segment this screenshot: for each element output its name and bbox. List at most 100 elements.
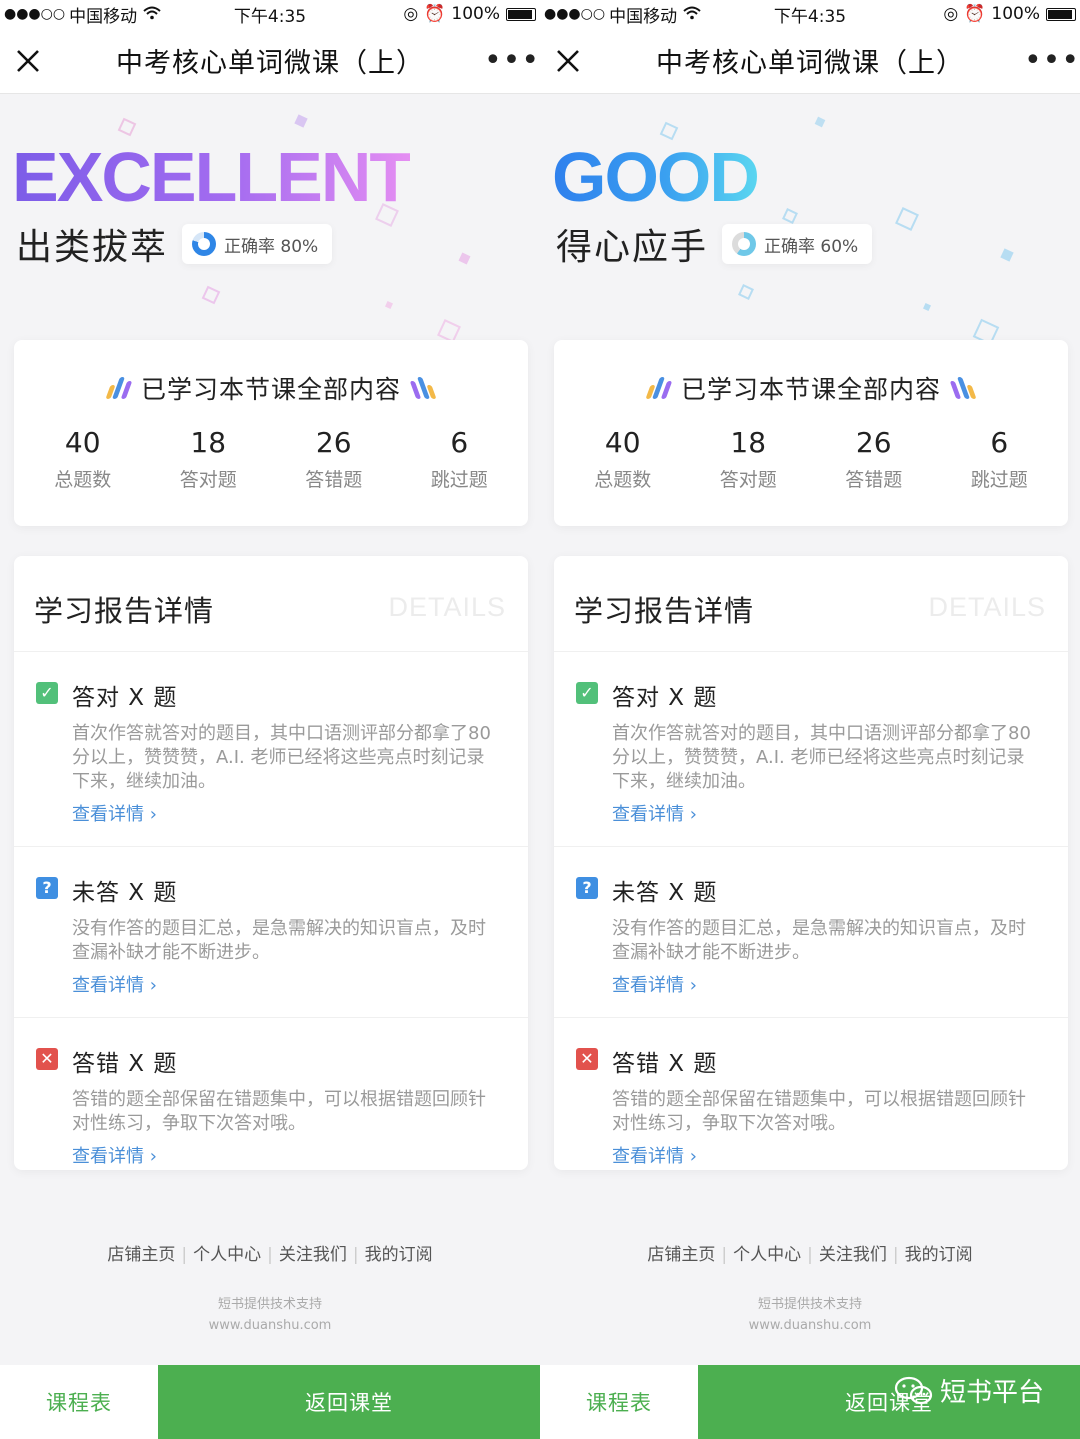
confetti-decoration bbox=[782, 208, 798, 224]
view-details-link[interactable]: 查看详情 › bbox=[72, 971, 508, 997]
details-card: 学习报告详情 DETAILS ✓ 答对 X 题 首次作答就答对的题目，其中口语测… bbox=[14, 556, 528, 1170]
stat-label: 答对题 bbox=[179, 469, 237, 491]
detail-item-title: 答对 X 题 bbox=[612, 685, 718, 711]
details-card: 学习报告详情 DETAILS ✓ 答对 X 题 首次作答就答对的题目，其中口语测… bbox=[554, 556, 1068, 1170]
alarm-icon: ⏰ bbox=[424, 4, 446, 24]
view-details-link[interactable]: 查看详情 › bbox=[612, 971, 1048, 997]
details-title: 学习报告详情 bbox=[34, 594, 215, 628]
confetti-decoration bbox=[738, 284, 754, 300]
stat-wrong: 26 答错题 bbox=[279, 426, 389, 492]
close-icon bbox=[17, 49, 39, 72]
accuracy-label: 正确率 60% bbox=[764, 236, 859, 257]
detail-item-unanswered: ? 未答 X 题 没有作答的题目汇总，是急需解决的知识盲点，及时查漏补缺才能不断… bbox=[554, 847, 1068, 1018]
footer-link-subscriptions[interactable]: 我的订阅 bbox=[905, 1245, 973, 1265]
screens: ●●●○○ 中国移动 下午4:35 ◎ ⏰ 100% 中考核心单词微课（上） •… bbox=[0, 0, 1080, 1439]
stat-value: 6 bbox=[990, 426, 1009, 459]
status-bar: ●●●○○ 中国移动 下午4:35 ◎ ⏰ 100% bbox=[0, 0, 540, 28]
schedule-button[interactable]: 课程表 bbox=[0, 1365, 158, 1439]
celebrate-left-icon bbox=[105, 377, 133, 399]
detail-item-wrong: ✕ 答错 X 题 答错的题全部保留在错题集中，可以根据错题回顾针对性练习，争取下… bbox=[14, 1018, 528, 1188]
support-text: 短书提供技术支持 bbox=[757, 1297, 862, 1312]
celebrate-right-icon bbox=[409, 377, 437, 399]
detail-item-title: 未答 X 题 bbox=[612, 880, 718, 906]
confetti-decoration bbox=[385, 301, 393, 309]
battery-icon bbox=[506, 7, 536, 21]
check-icon: ✓ bbox=[36, 682, 58, 704]
view-details-link[interactable]: 查看详情 › bbox=[612, 800, 1048, 826]
cross-icon: ✕ bbox=[36, 1048, 58, 1070]
close-button[interactable] bbox=[540, 28, 596, 94]
question-icon: ? bbox=[36, 877, 58, 899]
stat-label: 答错题 bbox=[305, 469, 363, 491]
footer-link-follow[interactable]: 关注我们 bbox=[819, 1245, 887, 1265]
grade-text: 得心应手 bbox=[556, 227, 709, 268]
screen-good: ●●●○○ 中国移动 下午4:35 ◎ ⏰ 100% 中考核心单词微课（上） •… bbox=[540, 0, 1080, 1439]
detail-item-correct: ✓ 答对 X 题 首次作答就答对的题目，其中口语测评部分都拿了80分以上，赞赞赞… bbox=[554, 652, 1068, 847]
view-details-link[interactable]: 查看详情 › bbox=[612, 1142, 1048, 1168]
footer-link-profile[interactable]: 个人中心 bbox=[193, 1245, 261, 1265]
tech-support: 短书提供技术支持 www.duanshu.com bbox=[540, 1294, 1080, 1336]
footer-link-profile[interactable]: 个人中心 bbox=[733, 1245, 801, 1265]
back-to-class-button[interactable]: 返回课堂 bbox=[158, 1365, 540, 1439]
more-button[interactable]: ••• bbox=[1024, 28, 1080, 94]
detail-item-desc: 首次作答就答对的题目，其中口语测评部分都拿了80分以上，赞赞赞，A.I. 老师已… bbox=[72, 723, 491, 792]
battery-percent: 100% bbox=[991, 4, 1040, 24]
details-header: 学习报告详情 DETAILS bbox=[554, 556, 1068, 652]
accuracy-badge: 正确率 80% bbox=[182, 224, 333, 264]
stat-correct: 18 答对题 bbox=[153, 426, 263, 492]
accuracy-ring-icon bbox=[192, 232, 216, 256]
grade-text: 出类拔萃 bbox=[16, 227, 169, 268]
confetti-decoration bbox=[117, 117, 137, 137]
page-title: 中考核心单词微课（上） bbox=[656, 48, 964, 79]
carrier-label: 中国移动 bbox=[609, 6, 678, 27]
details-watermark: DETAILS bbox=[928, 592, 1046, 622]
detail-item-desc: 答错的题全部保留在错题集中，可以根据错题回顾针对性练习，争取下次答对哦。 bbox=[72, 1089, 486, 1134]
orientation-lock-icon: ◎ bbox=[943, 4, 959, 24]
footer-link-subscriptions[interactable]: 我的订阅 bbox=[365, 1245, 433, 1265]
more-icon: ••• bbox=[483, 43, 540, 78]
confetti-decoration bbox=[895, 207, 919, 231]
more-button[interactable]: ••• bbox=[484, 28, 540, 94]
summary-stats: 40 总题数 18 答对题 26 答错题 6 跳过题 bbox=[554, 426, 1068, 492]
close-button[interactable] bbox=[0, 28, 56, 94]
support-text: 短书提供技术支持 bbox=[217, 1297, 322, 1312]
view-details-link[interactable]: 查看详情 › bbox=[72, 1142, 508, 1168]
stat-value: 40 bbox=[604, 426, 641, 459]
support-url: www.duanshu.com bbox=[748, 1318, 872, 1333]
confetti-decoration bbox=[814, 116, 826, 128]
details-watermark: DETAILS bbox=[388, 592, 506, 622]
detail-item-title: 答对 X 题 bbox=[72, 685, 178, 711]
wechat-icon bbox=[894, 1375, 934, 1407]
footer-link-shop[interactable]: 店铺主页 bbox=[107, 1245, 175, 1265]
schedule-button[interactable]: 课程表 bbox=[540, 1365, 698, 1439]
footer-link-shop[interactable]: 店铺主页 bbox=[647, 1245, 715, 1265]
tech-support: 短书提供技术支持 www.duanshu.com bbox=[0, 1294, 540, 1336]
celebrate-right-icon bbox=[949, 377, 977, 399]
detail-item-wrong: ✕ 答错 X 题 答错的题全部保留在错题集中，可以根据错题回顾针对性练习，争取下… bbox=[554, 1018, 1068, 1188]
orientation-lock-icon: ◎ bbox=[403, 4, 419, 24]
grade-word: GOOD bbox=[552, 138, 760, 216]
cross-icon: ✕ bbox=[576, 1048, 598, 1070]
detail-item-desc: 没有作答的题目汇总，是急需解决的知识盲点，及时查漏补缺才能不断进步。 bbox=[72, 918, 486, 963]
platform-watermark: 短书平台 bbox=[894, 1372, 1044, 1409]
status-right: ◎ ⏰ 100% bbox=[943, 4, 1076, 24]
confetti-decoration bbox=[458, 252, 471, 265]
view-details-link[interactable]: 查看详情 › bbox=[72, 800, 508, 826]
accuracy-label: 正确率 80% bbox=[224, 236, 319, 257]
footer-links: 店铺主页 | 个人中心 | 关注我们 | 我的订阅 bbox=[107, 1245, 433, 1265]
stat-total: 40 总题数 bbox=[28, 426, 138, 492]
watermark-text: 短书平台 bbox=[939, 1378, 1044, 1408]
result-hero: GOOD 得心应手 正确率 60% bbox=[540, 94, 1080, 346]
stat-value: 26 bbox=[855, 426, 892, 459]
detail-item-unanswered: ? 未答 X 题 没有作答的题目汇总，是急需解决的知识盲点，及时查漏补缺才能不断… bbox=[14, 847, 528, 1018]
stat-skipped: 6 跳过题 bbox=[404, 426, 514, 492]
summary-heading-text: 已学习本节课全部内容 bbox=[140, 375, 401, 404]
footer-link-follow[interactable]: 关注我们 bbox=[279, 1245, 347, 1265]
details-title: 学习报告详情 bbox=[574, 594, 755, 628]
confetti-decoration bbox=[1000, 248, 1014, 262]
stat-total: 40 总题数 bbox=[568, 426, 678, 492]
page-title: 中考核心单词微课（上） bbox=[116, 48, 424, 79]
grade-word: EXCELLENT bbox=[12, 138, 412, 216]
wifi-icon bbox=[143, 5, 161, 24]
confetti-decoration bbox=[923, 303, 931, 311]
